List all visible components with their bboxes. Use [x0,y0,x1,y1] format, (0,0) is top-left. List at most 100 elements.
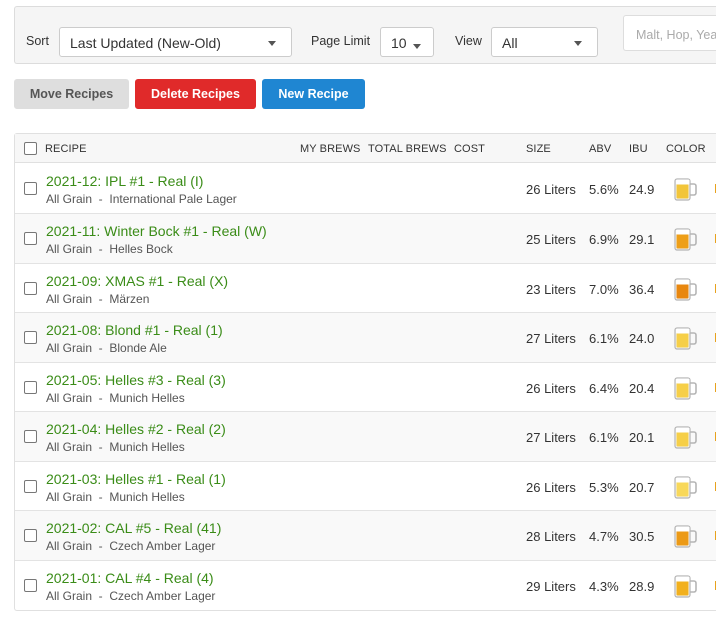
recipe-abv: 6.1% [589,331,619,346]
chevron-down-icon [413,44,421,49]
recipe-name-link[interactable]: 2021-09: XMAS #1 - Real (X) [46,273,228,289]
column-header-ibu[interactable]: IBU [629,143,648,155]
recipe-ibu: 30.5 [629,529,655,544]
recipe-table: RECIPE MY BREWS TOTAL BREWS COST SIZE AB… [14,133,716,611]
beer-mug-icon [674,327,697,350]
recipe-name-link[interactable]: 2021-01: CAL #4 - Real (4) [46,570,214,586]
recipe-abv: 7.0% [589,282,619,297]
column-header-abv[interactable]: ABV [589,143,611,155]
row-checkbox[interactable] [24,182,37,195]
row-checkbox[interactable] [24,282,37,295]
recipe-abv: 6.1% [589,430,619,445]
select-all-checkbox[interactable] [24,142,37,155]
beer-mug-icon [674,377,697,400]
recipe-size: 26 Liters [526,480,576,495]
column-header-cost[interactable]: COST [454,143,485,155]
beer-mug-icon [674,525,697,548]
view-select-value: All [502,35,518,51]
recipe-abv: 6.9% [589,232,619,247]
recipe-abv: 6.4% [589,381,619,396]
new-recipe-button[interactable]: New Recipe [262,79,365,109]
recipe-size: 23 Liters [526,282,576,297]
beer-mug-icon [674,476,697,499]
table-row[interactable]: 2021-05: Helles #3 - Real (3) All Grain … [15,363,716,412]
table-row[interactable]: 2021-04: Helles #2 - Real (2) All Grain … [15,412,716,462]
chevron-down-icon [268,41,276,46]
recipe-size: 25 Liters [526,232,576,247]
recipe-name-link[interactable]: 2021-11: Winter Bock #1 - Real (W) [46,223,267,239]
table-row[interactable]: 2021-01: CAL #4 - Real (4) All Grain - C… [15,561,716,611]
recipe-ibu: 20.1 [629,430,655,445]
beer-mug-icon [674,228,697,251]
move-recipes-button[interactable]: Move Recipes [14,79,129,109]
recipe-ibu: 20.4 [629,381,655,396]
recipe-name-link[interactable]: 2021-03: Helles #1 - Real (1) [46,471,226,487]
recipe-type: All Grain - Czech Amber Lager [46,539,216,553]
recipe-type: All Grain - Czech Amber Lager [46,589,216,603]
delete-recipes-button[interactable]: Delete Recipes [135,79,256,109]
row-checkbox[interactable] [24,331,37,344]
sort-label: Sort [26,34,49,48]
filter-bar: Sort Last Updated (New-Old) Page Limit 1… [14,6,716,64]
recipe-type: All Grain - Blonde Ale [46,341,167,355]
recipe-abv: 4.3% [589,579,619,594]
sort-select[interactable]: Last Updated (New-Old) [59,27,292,57]
page-limit-select[interactable]: 10 [380,27,434,57]
beer-mug-icon [674,178,697,201]
recipe-type: All Grain - Munich Helles [46,391,185,405]
recipe-abv: 4.7% [589,529,619,544]
table-row[interactable]: 2021-12: IPL #1 - Real (I) All Grain - I… [15,163,716,214]
recipe-type: All Grain - Munich Helles [46,440,185,454]
ingredient-search-input[interactable]: Malt, Hop, Yeast [623,15,716,51]
table-row[interactable]: 2021-11: Winter Bock #1 - Real (W) All G… [15,214,716,264]
recipe-size: 29 Liters [526,579,576,594]
recipe-ibu: 28.9 [629,579,655,594]
recipe-ibu: 24.9 [629,182,655,197]
sort-select-value: Last Updated (New-Old) [70,35,221,51]
recipe-ibu: 36.4 [629,282,655,297]
recipe-type: All Grain - Märzen [46,292,150,306]
table-row[interactable]: 2021-09: XMAS #1 - Real (X) All Grain - … [15,264,716,313]
column-header-size[interactable]: SIZE [526,143,551,155]
view-label: View [455,34,482,48]
row-checkbox[interactable] [24,430,37,443]
chevron-down-icon [574,41,582,46]
beer-mug-icon [674,575,697,598]
column-header-total-brews[interactable]: TOTAL BREWS [368,143,447,155]
row-checkbox[interactable] [24,381,37,394]
table-row[interactable]: 2021-03: Helles #1 - Real (1) All Grain … [15,462,716,511]
recipe-name-link[interactable]: 2021-12: IPL #1 - Real (I) [46,173,203,189]
row-checkbox[interactable] [24,232,37,245]
table-row[interactable]: 2021-02: CAL #5 - Real (41) All Grain - … [15,511,716,561]
row-checkbox[interactable] [24,579,37,592]
page-limit-value: 10 [391,35,407,51]
column-header-recipe[interactable]: RECIPE [45,143,87,155]
recipe-type: All Grain - Munich Helles [46,490,185,504]
beer-mug-icon [674,426,697,449]
recipe-size: 27 Liters [526,430,576,445]
table-row[interactable]: 2021-08: Blond #1 - Real (1) All Grain -… [15,313,716,363]
column-header-my-brews[interactable]: MY BREWS [300,143,361,155]
view-select[interactable]: All [491,27,598,57]
recipe-ibu: 24.0 [629,331,655,346]
recipe-abv: 5.3% [589,480,619,495]
column-header-color[interactable]: COLOR [666,143,706,155]
row-checkbox[interactable] [24,480,37,493]
recipe-name-link[interactable]: 2021-02: CAL #5 - Real (41) [46,520,221,536]
recipe-name-link[interactable]: 2021-04: Helles #2 - Real (2) [46,421,226,437]
recipe-size: 26 Liters [526,182,576,197]
recipe-abv: 5.6% [589,182,619,197]
recipe-size: 26 Liters [526,381,576,396]
recipe-size: 28 Liters [526,529,576,544]
beer-mug-icon [674,278,697,301]
recipe-size: 27 Liters [526,331,576,346]
recipe-ibu: 20.7 [629,480,655,495]
page-limit-label: Page Limit [311,34,371,48]
recipe-name-link[interactable]: 2021-08: Blond #1 - Real (1) [46,322,223,338]
recipe-name-link[interactable]: 2021-05: Helles #3 - Real (3) [46,372,226,388]
recipe-type: All Grain - International Pale Lager [46,192,237,206]
row-checkbox[interactable] [24,529,37,542]
recipe-type: All Grain - Helles Bock [46,242,173,256]
recipe-ibu: 29.1 [629,232,655,247]
table-header: RECIPE MY BREWS TOTAL BREWS COST SIZE AB… [15,134,716,163]
